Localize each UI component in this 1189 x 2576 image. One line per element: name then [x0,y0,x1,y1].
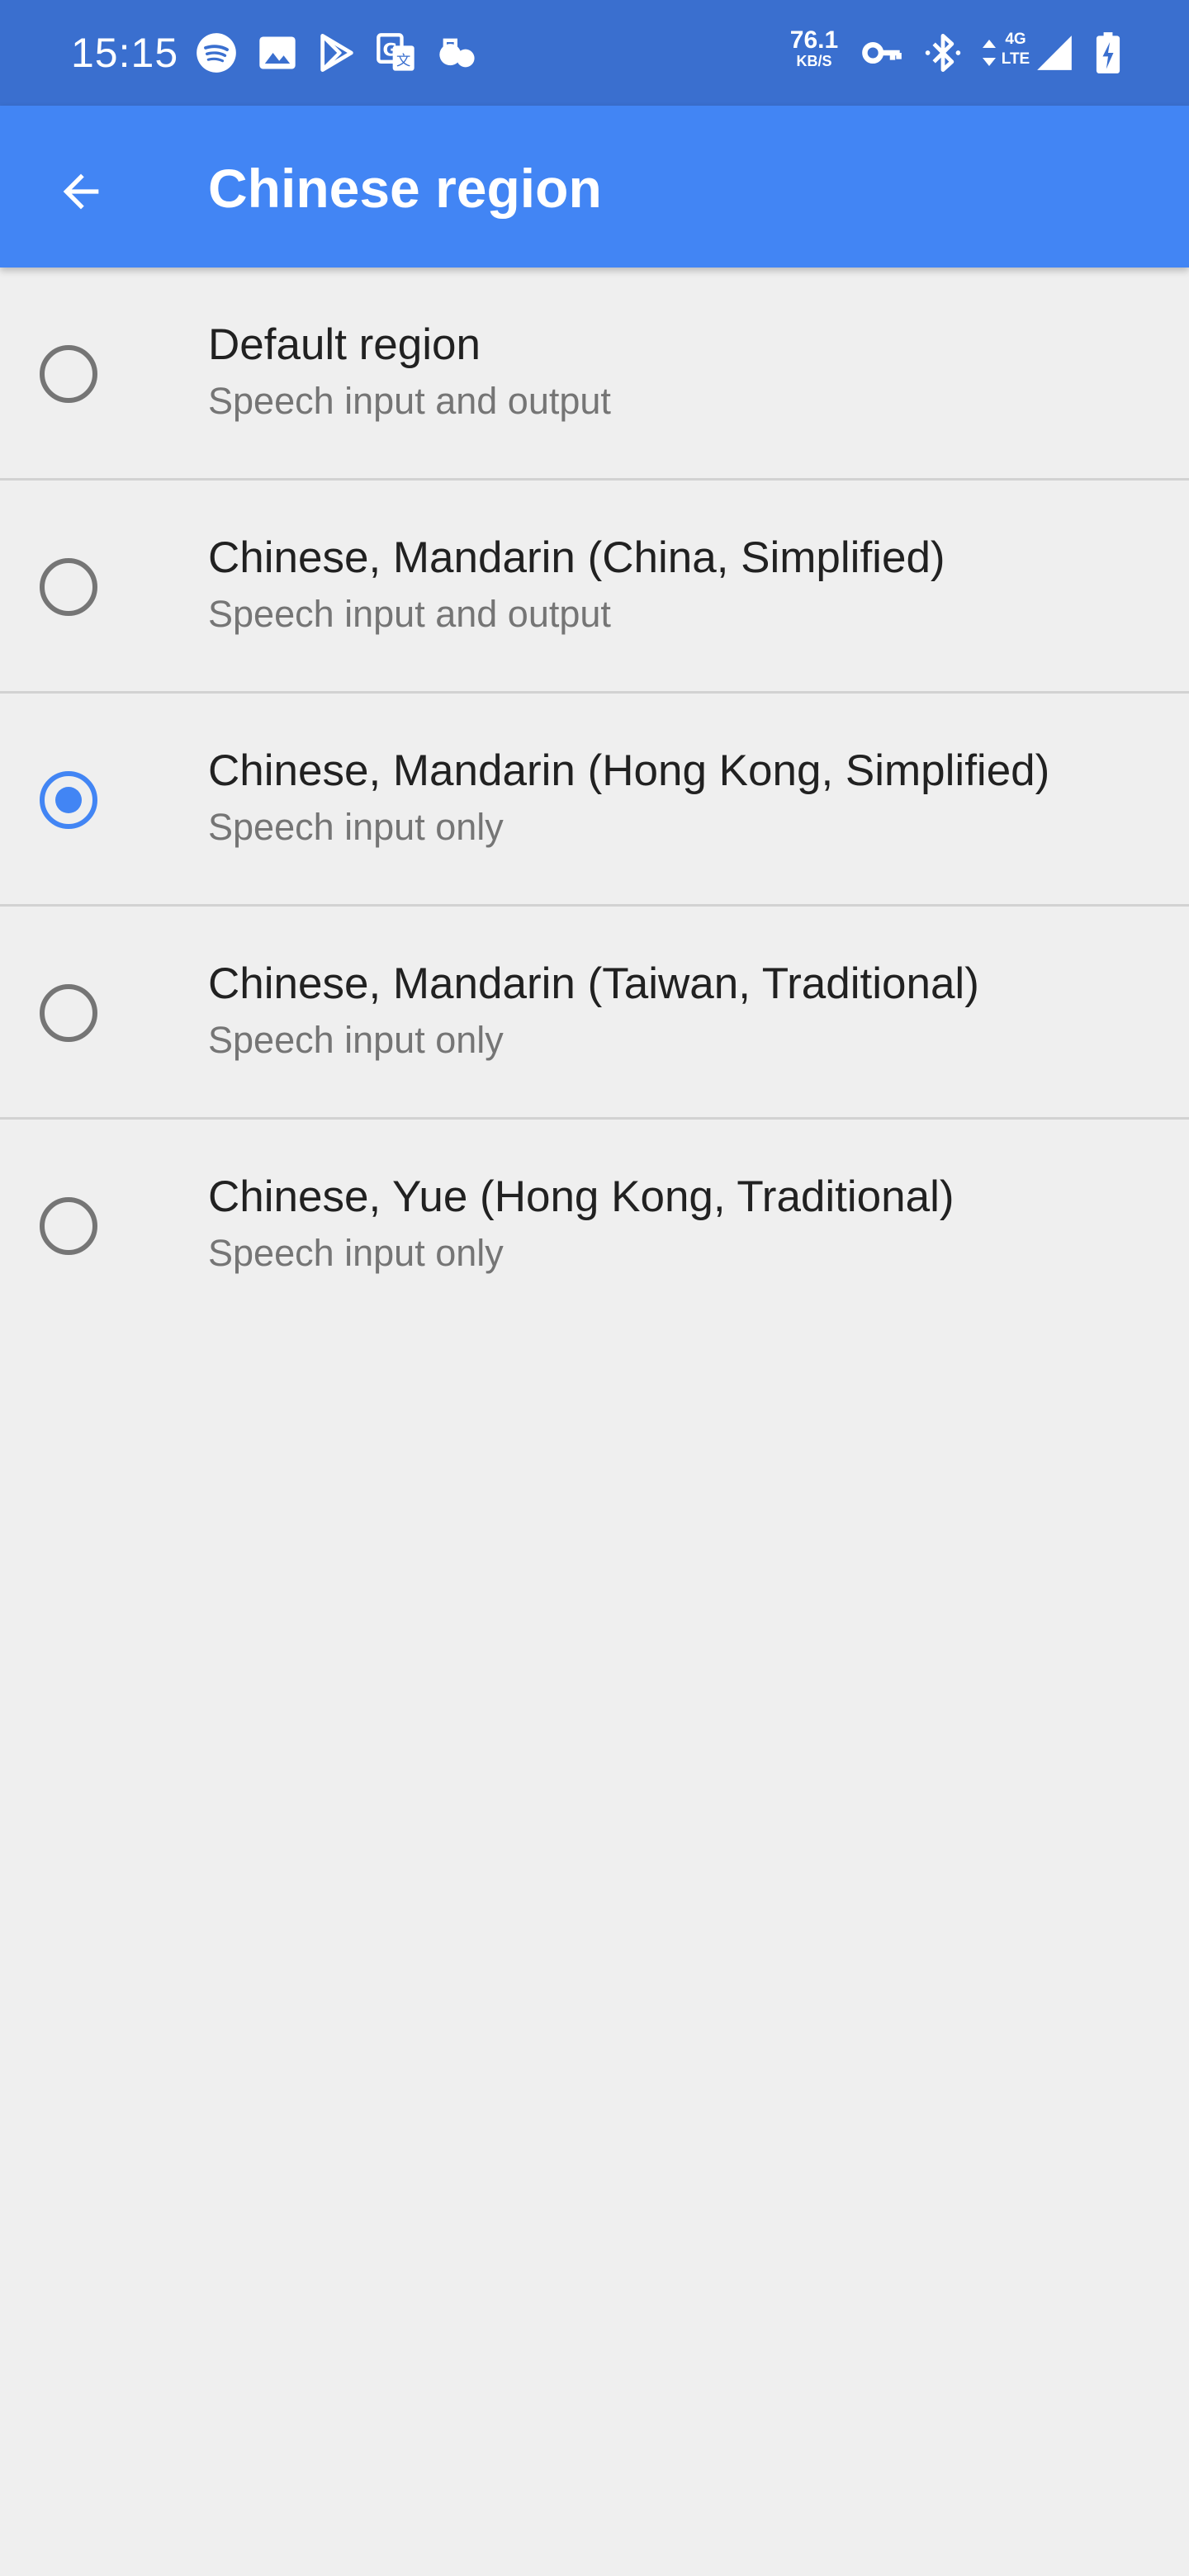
translate-icon: G文 [375,31,418,74]
play-store-icon [315,31,358,74]
battery-charging-icon [1092,31,1125,74]
network-type: 4G LTE [999,30,1032,69]
region-title: Chinese, Yue (Hong Kong, Traditional) [208,1172,955,1221]
app-bar: Chinese region [0,106,1189,268]
radio-button-checked[interactable] [40,771,97,829]
arrow-back-icon [63,173,99,210]
network-type-top: 4G [1005,31,1026,48]
region-subtitle: Speech input and output [208,593,611,635]
signal-icon [1034,31,1075,74]
region-option-mandarin-hong-kong[interactable]: Chinese, Mandarin (Hong Kong, Simplified… [0,694,1189,907]
region-list: Default region Speech input and output C… [0,268,1189,1333]
radio-button[interactable] [40,1197,97,1255]
page-title: Chinese region [208,158,602,219]
region-option-mandarin-china[interactable]: Chinese, Mandarin (China, Simplified) Sp… [0,481,1189,694]
vpn-key-icon [860,31,903,74]
region-title: Chinese, Mandarin (Hong Kong, Simplified… [208,746,1050,795]
network-speed-unit: KB/S [796,53,832,69]
wellbeing-icon [436,31,479,74]
image-icon [256,31,299,74]
data-arrows-icon [979,31,999,74]
status-time: 15:15 [71,30,179,76]
radio-dot [55,787,82,813]
spotify-icon [195,31,238,74]
region-title: Default region [208,320,481,369]
radio-button[interactable] [40,345,97,403]
region-option-yue-hong-kong[interactable]: Chinese, Yue (Hong Kong, Traditional) Sp… [0,1120,1189,1333]
region-option-default[interactable]: Default region Speech input and output [0,268,1189,481]
network-speed-value: 76.1 [789,26,839,54]
radio-button[interactable] [40,984,97,1042]
region-subtitle: Speech input only [208,1019,504,1061]
network-speed: 76.1 KB/S [784,26,844,70]
radio-button[interactable] [40,558,97,616]
network-type-bottom: LTE [1001,50,1030,68]
region-subtitle: Speech input only [208,806,504,848]
region-title: Chinese, Mandarin (China, Simplified) [208,533,945,582]
status-bar: 15:15 G文 76.1 KB/S 4G LTE [0,0,1189,106]
back-button[interactable] [41,152,121,231]
region-title: Chinese, Mandarin (Taiwan, Traditional) [208,959,979,1008]
region-subtitle: Speech input only [208,1232,504,1274]
region-subtitle: Speech input and output [208,380,611,422]
region-option-mandarin-taiwan[interactable]: Chinese, Mandarin (Taiwan, Traditional) … [0,907,1189,1120]
svg-text:文: 文 [396,53,410,69]
bluetooth-icon [921,31,964,74]
